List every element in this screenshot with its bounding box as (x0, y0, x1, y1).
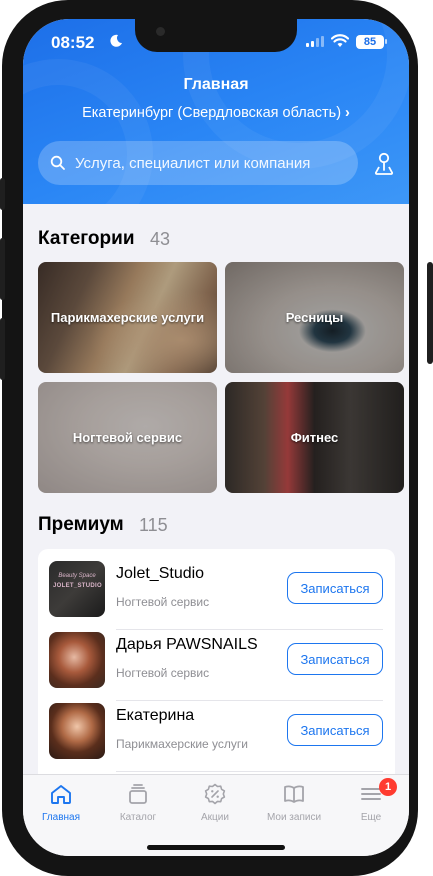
tab-home[interactable]: Главная (26, 783, 96, 823)
screen: 08:52 85 Главная Екатеринбург (Свердловс… (23, 19, 409, 856)
search-bar[interactable] (38, 141, 358, 185)
tab-label: Акции (201, 812, 229, 823)
home-indicator (147, 845, 285, 850)
avatar: Beauty Space JOLET_STUDIO (49, 561, 105, 617)
book-button[interactable]: Записаться (287, 643, 383, 675)
front-camera (156, 27, 165, 36)
avatar (49, 703, 105, 759)
signal-icon (306, 36, 324, 47)
search-icon (50, 155, 65, 170)
avatar-script: Beauty Space (58, 573, 96, 579)
category-card-hairdressing[interactable]: Парикмахерские услуги (38, 262, 217, 373)
notification-badge: 1 (379, 778, 397, 796)
business-category: Парикмахерские услуги (116, 737, 248, 751)
premium-count: 115 (139, 515, 168, 535)
category-label: Ногтевой сервис (72, 430, 183, 445)
header: 08:52 85 Главная Екатеринбург (Свердловс… (23, 19, 409, 204)
list-item[interactable]: Екатерина Парикмахерские услуги Записать… (38, 691, 395, 761)
business-category: Ногтевой сервис (116, 666, 210, 680)
business-name: Екатерина (116, 707, 195, 724)
status-time: 08:52 (51, 33, 95, 52)
wifi-icon (331, 34, 349, 47)
book-button[interactable]: Записаться (287, 714, 383, 746)
volume-down-button (0, 318, 5, 380)
categories-count: 43 (150, 229, 171, 249)
tab-label: Мои записи (266, 812, 322, 823)
discount-icon (204, 783, 226, 805)
tab-my-bookings[interactable]: Мои записи (259, 783, 329, 823)
phone-frame: 08:52 85 Главная Екатеринбург (Свердловс… (0, 0, 433, 876)
divider (116, 771, 383, 772)
battery-tip (385, 39, 387, 44)
battery-indicator: 85 (356, 35, 384, 49)
moon-icon (110, 34, 122, 47)
main-content: Категории 43 Парикмахерские услуги Ресни… (23, 204, 409, 774)
home-icon (51, 785, 71, 804)
tab-label: Главная (41, 812, 81, 823)
category-card-fitness[interactable]: Фитнес (225, 382, 404, 493)
chevron-right-icon: › (345, 105, 350, 121)
tab-promotions[interactable]: Акции (180, 783, 250, 823)
book-icon (284, 785, 304, 803)
mute-switch (0, 178, 5, 210)
business-name: Jolet_Studio (116, 565, 205, 582)
avatar (49, 632, 105, 688)
category-label: Ресницы (285, 310, 344, 325)
tab-label: Еще (360, 812, 382, 823)
category-label: Парикмахерские услуги (50, 310, 205, 325)
list-item[interactable]: Beauty Space JOLET_STUDIO Jolet_Studio Н… (38, 549, 395, 619)
volume-up-button (0, 238, 5, 300)
tab-catalog[interactable]: Каталог (103, 783, 173, 823)
business-category: Ногтевой сервис (116, 595, 210, 609)
category-card-eyelashes[interactable]: Ресницы (225, 262, 404, 373)
categories-title: Категории (38, 228, 135, 249)
list-item[interactable]: Дарья PAWSNAILS Ногтевой сервис Записать… (38, 620, 395, 690)
power-button (427, 262, 433, 364)
business-name: Дарья PAWSNAILS (116, 636, 258, 653)
catalog-icon (129, 784, 147, 804)
location-label: Екатеринбург (Свердловская область) (82, 105, 342, 121)
map-pin-icon[interactable] (373, 151, 395, 177)
tab-label: Каталог (119, 812, 157, 823)
page-title: Главная (183, 76, 249, 93)
book-button[interactable]: Записаться (287, 572, 383, 604)
avatar-text: JOLET_STUDIO (53, 583, 102, 589)
category-card-nails[interactable]: Ногтевой сервис (38, 382, 217, 493)
category-label: Фитнес (290, 430, 339, 445)
search-input[interactable] (75, 141, 345, 185)
location-selector[interactable]: Екатеринбург (Свердловская область) › (23, 105, 409, 121)
premium-list: Beauty Space JOLET_STUDIO Jolet_Studio Н… (38, 549, 395, 774)
tab-bar: Главная Каталог Акции Мои записи Еще 1 (23, 774, 409, 856)
premium-title: Премиум (38, 514, 124, 535)
